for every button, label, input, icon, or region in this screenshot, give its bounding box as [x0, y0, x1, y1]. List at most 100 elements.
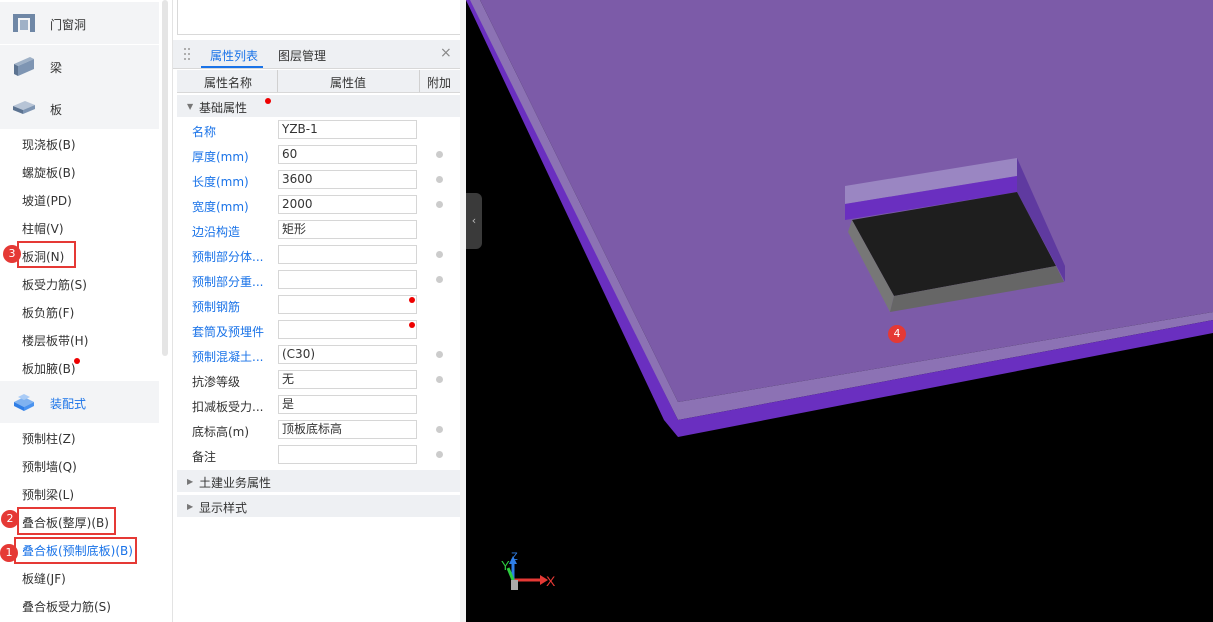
property-value-field[interactable]: (C30)	[278, 345, 417, 364]
attach-checkbox[interactable]	[436, 376, 443, 383]
property-row[interactable]: 厚度(mm) 60	[177, 143, 461, 168]
attach-checkbox[interactable]	[436, 351, 443, 358]
property-name: 扣减板受力...	[192, 400, 264, 414]
group-civil-properties[interactable]: ▶ 土建业务属性	[177, 470, 461, 492]
property-value-field[interactable]	[278, 245, 417, 264]
property-value-field[interactable]: 矩形	[278, 220, 417, 239]
property-value-field[interactable]: 3600	[278, 170, 417, 189]
property-row[interactable]: 宽度(mm) 2000	[177, 193, 461, 218]
column-divider[interactable]	[419, 70, 420, 92]
property-value-field[interactable]: YZB-1	[278, 120, 417, 139]
step-badge: 2	[1, 510, 19, 528]
tree-item-composite-slab-rebar[interactable]: 叠合板受力筋(S)	[22, 598, 111, 615]
axis-label-x: X	[546, 573, 556, 589]
category-label: 板	[50, 103, 63, 117]
tree-item-slab-haunch[interactable]: 板加腋(B)	[22, 360, 76, 377]
attach-checkbox[interactable]	[436, 451, 443, 458]
tree-item-column-cap[interactable]: 柱帽(V)	[22, 220, 64, 237]
attach-checkbox[interactable]	[436, 251, 443, 258]
property-name: 边沿构造	[192, 225, 241, 239]
category-label: 梁	[50, 61, 63, 75]
property-name: 底标高(m)	[192, 425, 250, 439]
category-label: 装配式	[50, 397, 87, 411]
group-basic-properties[interactable]: ▼ 基础属性	[177, 95, 461, 117]
tree-item-precast-column[interactable]: 预制柱(Z)	[22, 430, 76, 447]
step-badge: 1	[0, 544, 18, 562]
category-beam[interactable]: 梁	[0, 45, 159, 87]
tree-item-slab-rebar[interactable]: 板受力筋(S)	[22, 276, 87, 293]
tree-item-precast-wall[interactable]: 预制墙(Q)	[22, 458, 77, 475]
property-row[interactable]: 预制钢筋	[177, 293, 461, 318]
highlight-box	[17, 507, 116, 535]
modified-indicator-dot	[409, 297, 415, 303]
axis-label-z: Z	[511, 551, 518, 563]
property-value-field[interactable]: 无	[278, 370, 417, 389]
property-name: 厚度(mm)	[192, 150, 249, 164]
property-name: 长度(mm)	[192, 175, 249, 189]
property-value-field[interactable]: 2000	[278, 195, 417, 214]
tab-property-list[interactable]: 属性列表	[210, 47, 258, 64]
modified-indicator-dot	[265, 98, 271, 104]
category-slab[interactable]: 板	[0, 87, 159, 129]
column-header: 属性名称	[204, 76, 253, 90]
component-list-box	[177, 0, 463, 35]
active-tab-indicator	[201, 66, 263, 68]
door-window-icon	[13, 14, 35, 32]
attach-checkbox[interactable]	[436, 151, 443, 158]
property-row[interactable]: 边沿构造 矩形	[177, 218, 461, 243]
property-name: 宽度(mm)	[192, 200, 249, 214]
property-name: 预制混凝土...	[192, 350, 264, 364]
property-row[interactable]: 长度(mm) 3600	[177, 168, 461, 193]
tree-item-slab-negative-rebar[interactable]: 板负筋(F)	[22, 304, 74, 321]
property-value-field[interactable]: 60	[278, 145, 417, 164]
property-row[interactable]: 预制混凝土... (C30)	[177, 343, 461, 368]
property-value-field[interactable]	[278, 320, 417, 339]
property-row[interactable]: 预制部分重...	[177, 268, 461, 293]
attach-checkbox[interactable]	[436, 276, 443, 283]
beam-icon	[14, 57, 34, 76]
property-name: 抗渗等级	[192, 375, 241, 389]
property-value-field[interactable]: 顶板底标高	[278, 420, 417, 439]
group-display-style[interactable]: ▶ 显示样式	[177, 495, 461, 517]
attach-checkbox[interactable]	[436, 201, 443, 208]
tree-item-ramp[interactable]: 坡道(PD)	[22, 192, 72, 209]
column-divider[interactable]	[277, 70, 278, 92]
property-row[interactable]: 备注	[177, 443, 461, 468]
property-name: 备注	[192, 450, 217, 464]
property-name: 预制部分体...	[192, 250, 264, 264]
property-row[interactable]: 套筒及预埋件	[177, 318, 461, 343]
table-header: 属性名称 属性值 附加	[177, 70, 461, 93]
tab-layer-management[interactable]: 图层管理	[278, 47, 326, 64]
tree-item-floor-strip[interactable]: 楼层板带(H)	[22, 332, 88, 349]
tree-item-cast-in-place-slab[interactable]: 现浇板(B)	[22, 136, 76, 153]
sidebar-scrollbar[interactable]	[162, 0, 168, 356]
collapse-panel-button[interactable]: ‹	[466, 193, 482, 249]
property-value-field[interactable]	[278, 270, 417, 289]
property-row[interactable]: 名称 YZB-1	[177, 118, 461, 143]
property-row[interactable]: 抗渗等级 无	[177, 368, 461, 393]
property-name: 预制钢筋	[192, 300, 241, 314]
attach-checkbox[interactable]	[436, 176, 443, 183]
tree-item-slab-joint[interactable]: 板缝(JF)	[22, 570, 66, 587]
category-label: 门窗洞	[50, 18, 87, 32]
close-icon[interactable]: ×	[440, 45, 452, 61]
property-row[interactable]: 底标高(m) 顶板底标高	[177, 418, 461, 443]
tree-item-precast-beam[interactable]: 预制梁(L)	[22, 486, 74, 503]
tree-item-spiral-slab[interactable]: 螺旋板(B)	[22, 164, 76, 181]
column-header: 附加	[427, 76, 452, 90]
property-name: 预制部分重...	[192, 275, 264, 289]
axis-label-y: Y	[501, 558, 510, 573]
property-value-field[interactable]	[278, 445, 417, 464]
category-door-window[interactable]: 门窗洞	[0, 2, 159, 44]
property-value-field[interactable]	[278, 295, 417, 314]
property-row[interactable]: 扣减板受力... 是	[177, 393, 461, 418]
drag-handle-icon[interactable]	[183, 47, 191, 61]
new-indicator-dot	[74, 358, 80, 364]
attach-checkbox[interactable]	[436, 426, 443, 433]
property-value-field[interactable]: 是	[278, 395, 417, 414]
category-prefab[interactable]: 装配式	[0, 381, 159, 423]
3d-viewport[interactable]: X Y Z 4	[466, 0, 1213, 622]
expand-triangle-icon: ▶	[187, 502, 194, 511]
component-tree: 门窗洞 梁 板 现浇板(B) 螺旋板(B) 坡道(PD) 柱帽(V) 板洞(N)…	[0, 0, 173, 622]
property-row[interactable]: 预制部分体...	[177, 243, 461, 268]
